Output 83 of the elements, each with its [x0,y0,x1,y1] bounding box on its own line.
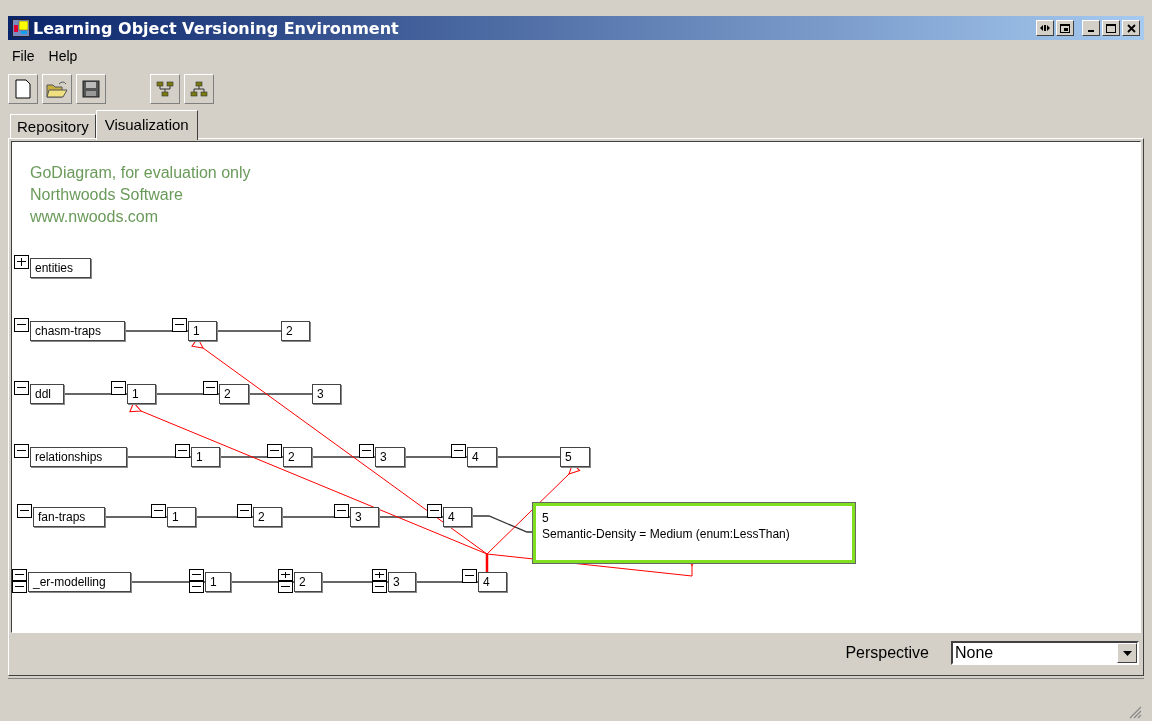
new-button[interactable] [8,74,38,104]
open-button[interactable] [42,74,72,104]
collapse-toggle[interactable] [111,381,126,395]
minimize-button[interactable] [1082,20,1100,36]
close-icon [1126,23,1136,33]
window-icon [1060,23,1070,33]
collapse-toggle[interactable] [14,318,29,332]
collapse-toggle[interactable] [17,504,32,518]
diagram-node[interactable]: entities [30,258,91,278]
collapse-toggle[interactable] [14,444,29,458]
expand-toggle[interactable] [372,569,387,581]
expand-toggle[interactable] [14,255,29,269]
collapse-toggle[interactable] [203,381,218,395]
version-node[interactable]: 4 [478,572,507,592]
evaluation-notice: www.nwoods.com [30,207,160,227]
app-icon [12,19,30,37]
version-node[interactable]: 4 [443,507,472,527]
version-node[interactable]: 2 [219,384,249,404]
collapse-toggle[interactable] [14,381,29,395]
tooltip-text: Semantic-Density = Medium (enum:LessThan) [542,526,791,542]
menu-item[interactable]: File [12,48,35,64]
layout-button[interactable] [150,74,180,104]
collapse-toggle[interactable] [359,444,374,458]
layout-button[interactable] [184,74,214,104]
diagram-node[interactable]: relationships [30,447,127,467]
tooltip-text: 5 [542,510,550,526]
version-node[interactable]: 1 [167,507,196,527]
tree-icon [156,81,174,97]
minimize-icon [1088,30,1094,32]
collapse-toggle[interactable] [12,581,27,593]
version-node[interactable]: 2 [294,572,322,592]
maximize-icon [1106,23,1116,33]
arrows-icon [1040,24,1050,32]
document-icon [15,79,31,99]
collapse-toggle[interactable] [189,581,204,593]
evaluation-notice: Northwoods Software [30,185,184,205]
maximize-button[interactable] [1102,20,1120,36]
version-node[interactable]: 4 [467,447,497,467]
close-button[interactable] [1122,20,1140,36]
version-node[interactable]: 3 [388,572,416,592]
collapse-toggle[interactable] [151,504,166,518]
collapse-toggle[interactable] [237,504,252,518]
collapse-toggle[interactable] [451,444,466,458]
collapse-toggle[interactable] [278,581,293,593]
pin-button[interactable] [1036,20,1054,36]
undock-button[interactable] [1056,20,1074,36]
connector-line [471,515,534,533]
collapse-toggle[interactable] [12,569,27,581]
resize-grip-icon [1128,705,1142,719]
version-node[interactable]: 2 [253,507,282,527]
version-node[interactable]: 1 [127,384,156,404]
tree-icon [190,81,208,97]
collapse-toggle[interactable] [427,504,442,518]
perspective-label: Perspective [845,644,929,662]
version-node[interactable]: 3 [350,507,379,527]
menu-item[interactable]: Help [48,48,78,64]
diagram-node[interactable]: ddl [30,384,64,404]
collapse-toggle[interactable] [334,504,349,518]
diagram-node[interactable]: _er-modelling [28,572,131,592]
version-node[interactable]: 3 [312,384,341,404]
perspective-dropdown[interactable]: None [951,641,1139,665]
collapse-toggle[interactable] [267,444,282,458]
save-button[interactable] [76,74,106,104]
version-node[interactable]: 3 [375,447,405,467]
collapse-toggle[interactable] [462,569,477,583]
window-title: Learning Object Versioning Environment [33,18,399,38]
version-node[interactable]: 5 [560,447,590,467]
collapse-toggle[interactable] [175,444,190,458]
version-node[interactable]: 2 [281,321,310,341]
tab[interactable]: Visualization [95,110,198,140]
version-node[interactable]: 1 [205,572,231,592]
version-node[interactable]: 1 [191,447,220,467]
version-node[interactable]: 1 [188,321,217,341]
diagram-node[interactable]: fan-traps [33,507,105,527]
version-node[interactable]: 2 [283,447,312,467]
expand-toggle[interactable] [278,569,293,581]
collapse-toggle[interactable] [372,581,387,593]
collapse-toggle[interactable] [189,569,204,581]
diagram-node[interactable]: chasm-traps [30,321,125,341]
folder-icon [46,80,68,98]
collapse-toggle[interactable] [172,318,187,332]
evaluation-notice: GoDiagram, for evaluation only [30,163,251,183]
tab[interactable]: Repository [10,114,96,138]
